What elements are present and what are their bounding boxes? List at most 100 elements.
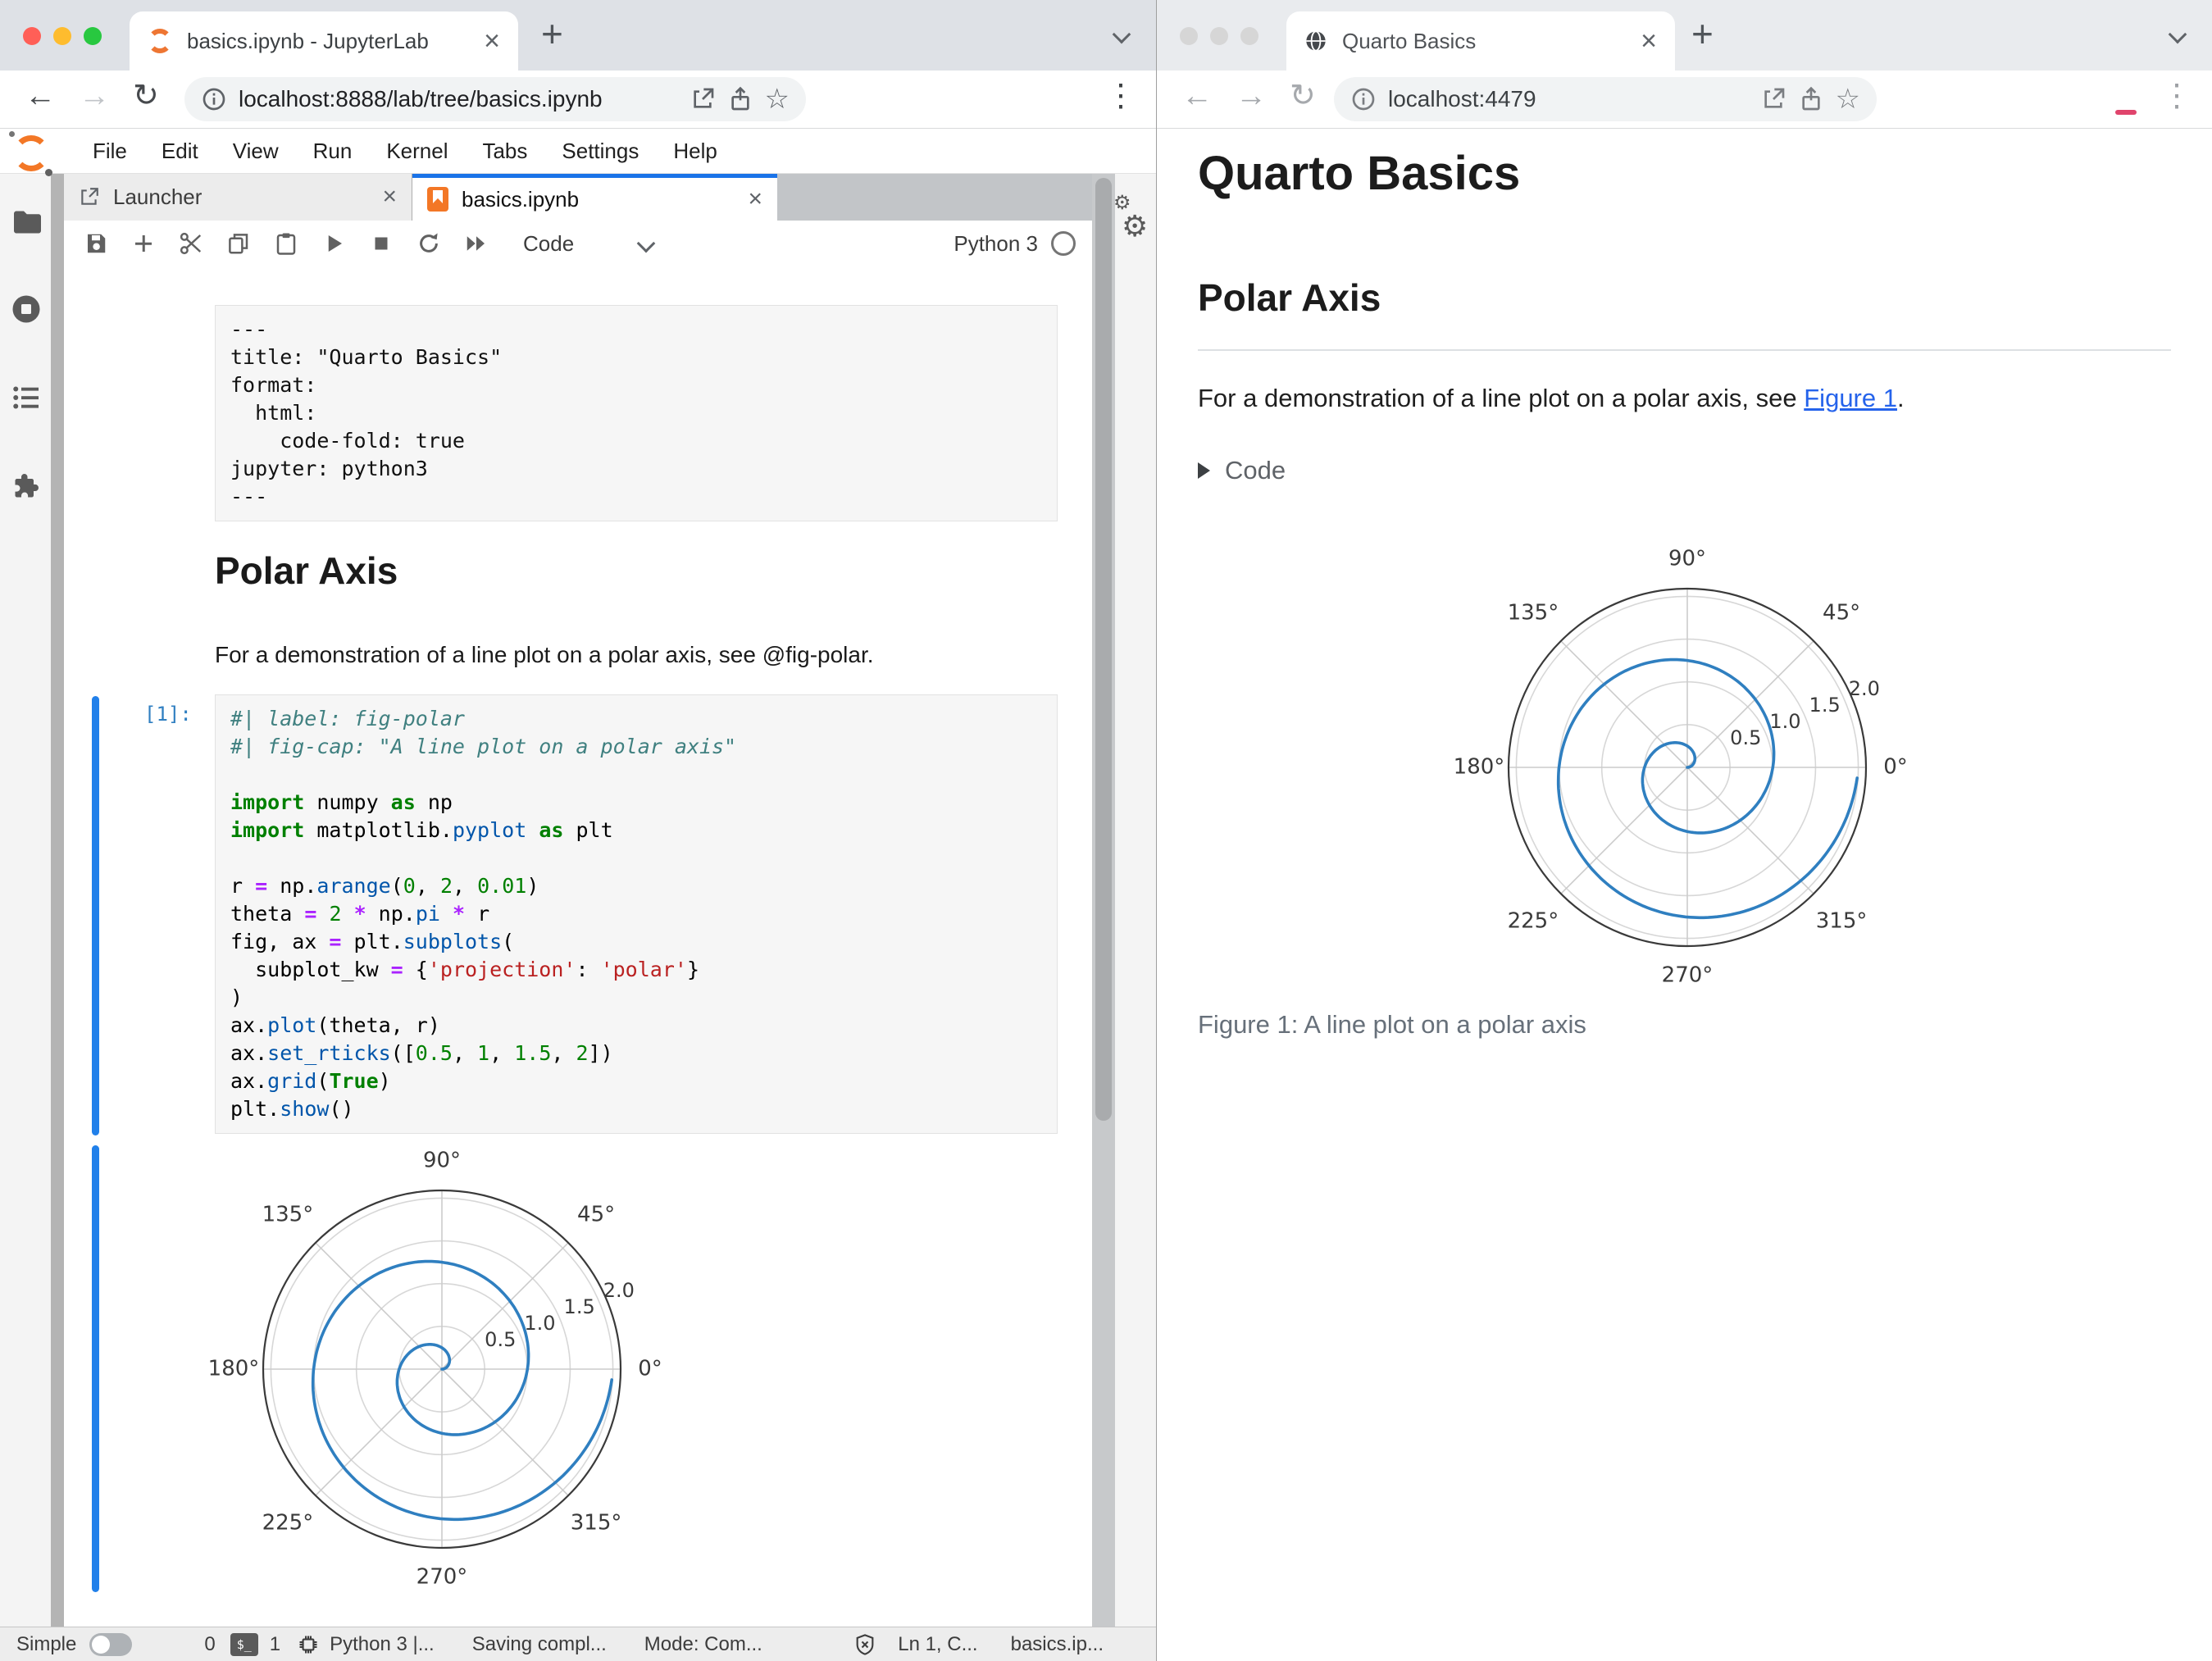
- svg-text:90°: 90°: [1668, 547, 1706, 571]
- close-icon[interactable]: ×: [748, 185, 762, 213]
- menu-item-view[interactable]: View: [216, 139, 296, 164]
- terminal-count: 0: [204, 1632, 216, 1655]
- restart-kernel-icon[interactable]: [416, 231, 441, 256]
- code-fold-disclosure[interactable]: Code: [1198, 456, 1286, 485]
- browser-menu-icon[interactable]: ⋮: [2161, 80, 2192, 111]
- menu-item-tabs[interactable]: Tabs: [465, 139, 544, 164]
- bookmark-star-icon[interactable]: ☆: [765, 85, 790, 113]
- zoom-window-button[interactable]: [84, 27, 102, 45]
- running-sessions-icon[interactable]: [11, 294, 41, 324]
- new-tab-button[interactable]: +: [1691, 15, 1714, 52]
- info-icon[interactable]: [201, 86, 227, 112]
- back-icon[interactable]: ←: [25, 80, 56, 111]
- cut-icon[interactable]: [179, 231, 203, 256]
- polar-plot: 0° 45° 90° 135° 180° 225° 270° 315° 0.5 1.0 1.5 2.0: [1454, 547, 1908, 988]
- add-cell-icon[interactable]: [131, 231, 156, 256]
- notebook-scroll-area[interactable]: --- title: "Quarto Basics" format: html: c…: [64, 266, 1092, 1627]
- bookmark-star-icon[interactable]: ☆: [1836, 85, 1860, 113]
- quarto-browser-window: Quarto Basics × + ← → ↻ localhost:4479 ☆…: [1157, 0, 2212, 1661]
- scrollbar-thumb[interactable]: [1095, 178, 1112, 1121]
- memory-icon: [299, 1636, 317, 1653]
- svg-text:135°: 135°: [262, 1202, 314, 1226]
- browser-tab-title: Quarto Basics: [1342, 28, 1477, 53]
- filename-label[interactable]: basics.ip...: [1011, 1633, 1104, 1656]
- tab-notebook[interactable]: basics.ipynb ×: [412, 173, 777, 221]
- input-cell-collapser[interactable]: [92, 696, 99, 1135]
- file-browser-icon[interactable]: [11, 207, 41, 237]
- close-window-button[interactable]: [1180, 27, 1198, 45]
- figure-caption: Figure 1: A line plot on a polar axis: [1198, 1010, 1586, 1039]
- svg-text:1.5: 1.5: [1809, 694, 1841, 717]
- paragraph-text: For a demonstration of a line plot on a …: [1198, 384, 1805, 412]
- menu-item-kernel[interactable]: Kernel: [369, 139, 465, 164]
- run-all-icon[interactable]: [464, 231, 489, 256]
- browser-tab[interactable]: basics.ipynb - JupyterLab ×: [130, 11, 518, 71]
- menu-item-help[interactable]: Help: [656, 139, 734, 164]
- svg-text:0.5: 0.5: [485, 1328, 516, 1351]
- svg-text:45°: 45°: [1823, 600, 1860, 625]
- address-bar[interactable]: localhost:8888/lab/tree/basics.ipynb ☆: [184, 77, 806, 121]
- reload-icon[interactable]: ↻: [1290, 80, 1316, 111]
- tab-search-chevron-icon[interactable]: [1112, 25, 1131, 44]
- menu-item-settings[interactable]: Settings: [544, 139, 656, 164]
- info-icon[interactable]: [1350, 86, 1377, 112]
- zoom-window-button[interactable]: [1240, 27, 1258, 45]
- reload-icon[interactable]: ↻: [133, 80, 159, 111]
- svg-text:1.5: 1.5: [564, 1295, 595, 1318]
- menu-item-edit[interactable]: Edit: [144, 139, 216, 164]
- window-controls: [23, 27, 102, 45]
- status-bar: Simple 0 $_ 1 Python 3 |... Saving compl…: [0, 1627, 1156, 1661]
- url-text[interactable]: localhost:4479: [1388, 86, 1749, 112]
- share-icon[interactable]: [727, 86, 753, 112]
- table-of-contents-icon[interactable]: [11, 383, 41, 412]
- paste-icon[interactable]: [274, 231, 298, 256]
- circle-x-icon[interactable]: [853, 1633, 876, 1656]
- forward-icon[interactable]: →: [1236, 80, 1267, 111]
- save-icon[interactable]: [84, 231, 108, 256]
- code-cell-editor[interactable]: #| label: fig-polar #| fig-cap: "A line p…: [215, 694, 1058, 1134]
- menu-item-run[interactable]: Run: [296, 139, 370, 164]
- yaml-raw-cell[interactable]: --- title: "Quarto Basics" format: html: c…: [215, 305, 1058, 521]
- tab-search-chevron-icon[interactable]: [2168, 25, 2187, 44]
- new-tab-button[interactable]: +: [541, 15, 563, 52]
- browser-tab[interactable]: Quarto Basics ×: [1286, 11, 1675, 71]
- close-icon[interactable]: ×: [382, 183, 397, 211]
- minimize-window-button[interactable]: [53, 27, 71, 45]
- open-in-new-icon[interactable]: [1760, 86, 1786, 112]
- tab-launcher[interactable]: Launcher ×: [64, 173, 412, 221]
- close-window-button[interactable]: [23, 27, 41, 45]
- minimize-window-button[interactable]: [1210, 27, 1228, 45]
- stop-icon[interactable]: [369, 231, 394, 256]
- open-in-new-icon[interactable]: [690, 86, 716, 112]
- forward-icon[interactable]: →: [79, 80, 110, 111]
- menu-item-file[interactable]: File: [75, 139, 144, 164]
- cursor-position-label[interactable]: Ln 1, C...: [898, 1633, 977, 1656]
- kernel-status-text[interactable]: Python 3 |...: [330, 1633, 435, 1656]
- browser-menu-icon[interactable]: ⋮: [1105, 80, 1136, 111]
- close-tab-icon[interactable]: ×: [484, 27, 500, 55]
- notebook-toolbar: Code Python 3: [64, 221, 1092, 267]
- back-icon[interactable]: ←: [1181, 80, 1213, 111]
- svg-text:1.0: 1.0: [524, 1312, 555, 1335]
- copy-icon[interactable]: [226, 231, 251, 256]
- svg-text:315°: 315°: [571, 1511, 622, 1536]
- cell-type-dropdown[interactable]: Code: [523, 231, 574, 257]
- simple-mode-toggle[interactable]: [89, 1632, 133, 1656]
- chevron-down-icon[interactable]: [636, 234, 656, 253]
- kernel-indicator[interactable]: Python 3: [954, 231, 1076, 257]
- gear-icon[interactable]: ⚙: [1122, 209, 1148, 243]
- output-cell-collapser[interactable]: [92, 1145, 99, 1592]
- close-tab-icon[interactable]: ×: [1641, 27, 1657, 55]
- svg-text:0°: 0°: [638, 1357, 662, 1381]
- url-text[interactable]: localhost:8888/lab/tree/basics.ipynb: [239, 86, 678, 112]
- address-bar[interactable]: localhost:4479 ☆: [1334, 77, 1877, 121]
- code-fold-label: Code: [1225, 456, 1286, 485]
- share-icon[interactable]: [1798, 86, 1824, 112]
- run-icon[interactable]: [321, 231, 346, 256]
- sidebar-splitter[interactable]: [51, 173, 64, 1627]
- extensions-icon[interactable]: [11, 471, 41, 501]
- notebook-scrollbar[interactable]: [1092, 173, 1115, 1627]
- execution-count-prompt: [1]:: [144, 703, 192, 726]
- svg-text:225°: 225°: [1508, 909, 1559, 934]
- figure-link[interactable]: Figure 1: [1804, 384, 1897, 412]
